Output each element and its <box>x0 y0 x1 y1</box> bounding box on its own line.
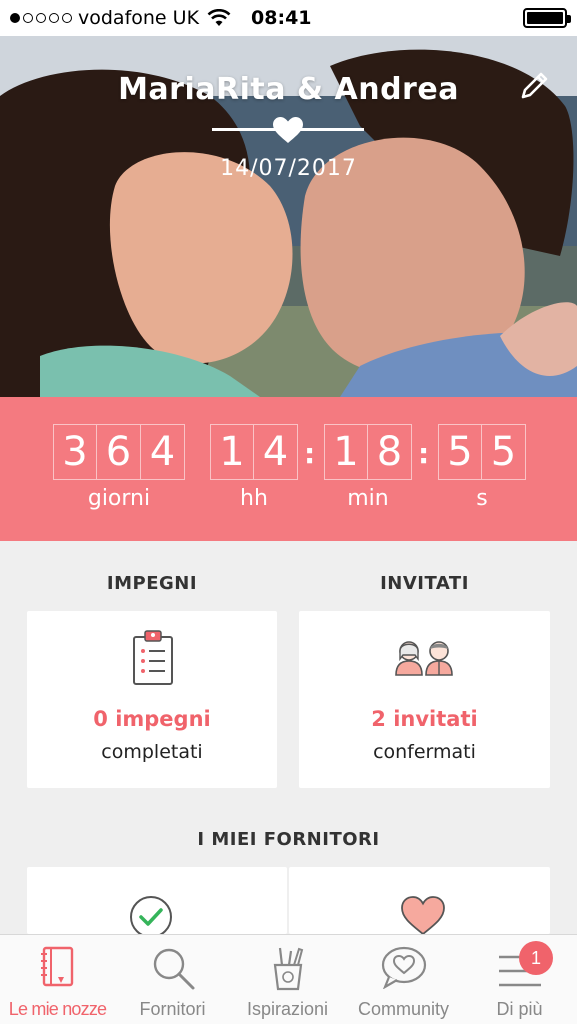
seconds-digit: 5 <box>482 424 526 480</box>
carrier-name: vodafone UK <box>78 7 200 29</box>
status-bar: vodafone UK 08:41 <box>0 0 577 36</box>
tab-ispirazioni[interactable]: Ispirazioni <box>230 935 345 1024</box>
edit-pencil-icon[interactable] <box>517 69 551 103</box>
guests-icon <box>395 641 453 676</box>
minutes-label: min <box>347 486 389 511</box>
minutes-digit: 1 <box>324 424 368 480</box>
tab-label: Fornitori <box>139 999 206 1019</box>
invitati-card[interactable]: 2 invitati confermati <box>299 611 550 788</box>
days-digit: 6 <box>97 424 141 480</box>
tab-bar: Le mie nozze Fornitori Ispirazioni Commu… <box>0 934 577 1024</box>
clipboard-checklist-icon <box>133 630 173 685</box>
tab-label: Di più <box>496 999 543 1019</box>
days-digit: 3 <box>53 424 97 480</box>
status-time: 08:41 <box>251 7 312 29</box>
pencil-cup-icon <box>273 947 303 991</box>
impegni-status: completati <box>101 741 203 763</box>
notebook-icon <box>40 946 73 987</box>
couple-names: MariaRita & Andrea <box>118 72 459 107</box>
invitati-status: confermati <box>373 741 476 763</box>
wifi-icon <box>207 9 231 26</box>
minutes-counter: 1 8 <box>324 424 412 480</box>
heart-icon <box>401 896 445 935</box>
wedding-date: 14/07/2017 <box>220 156 357 181</box>
heart-icon <box>273 117 303 143</box>
battery-icon <box>523 8 571 28</box>
tab-le-mie-nozze[interactable]: Le mie nozze <box>0 935 115 1024</box>
tab-di-piu[interactable]: 1 Di più <box>462 935 577 1024</box>
invitati-title: INVITATI <box>380 573 469 594</box>
tab-community[interactable]: Community <box>345 935 462 1024</box>
notification-badge: 1 <box>519 941 553 975</box>
couple-photo[interactable]: MariaRita & Andrea 14/07/2017 <box>0 36 577 397</box>
seconds-counter: 5 5 <box>438 424 526 480</box>
minutes-digit: 8 <box>368 424 412 480</box>
invitati-count: 2 invitati <box>371 707 478 731</box>
impegni-card[interactable]: 0 impegni completati <box>27 611 277 788</box>
time-separator: : <box>418 437 430 470</box>
hours-counter: 1 4 <box>210 424 298 480</box>
tab-label: Le mie nozze <box>8 999 107 1019</box>
tab-label: Ispirazioni <box>246 999 329 1019</box>
countdown-panel: 3 6 4 1 4 : 1 8 : 5 5 giorni hh min s <box>0 397 577 541</box>
impegni-count: 0 impegni <box>93 707 211 731</box>
fornitori-title: I MIEI FORNITORI <box>197 829 380 850</box>
impegni-title: IMPEGNI <box>106 573 198 594</box>
hours-label: hh <box>240 486 268 511</box>
booked-vendors-card[interactable] <box>27 867 287 935</box>
days-counter: 3 6 4 <box>53 424 185 480</box>
tab-label: Community <box>357 999 450 1019</box>
tab-fornitori[interactable]: Fornitori <box>115 935 230 1024</box>
days-digit: 4 <box>141 424 185 480</box>
heart-chat-icon <box>381 946 426 989</box>
time-separator: : <box>304 437 316 470</box>
seconds-digit: 5 <box>438 424 482 480</box>
seconds-label: s <box>476 486 488 511</box>
check-circle-icon <box>130 896 172 935</box>
days-label: giorni <box>87 486 151 511</box>
hours-digit: 4 <box>254 424 298 480</box>
signal-strength-icon <box>10 13 72 23</box>
hours-digit: 1 <box>210 424 254 480</box>
favorite-vendors-card[interactable] <box>289 867 550 935</box>
search-icon <box>153 948 194 990</box>
